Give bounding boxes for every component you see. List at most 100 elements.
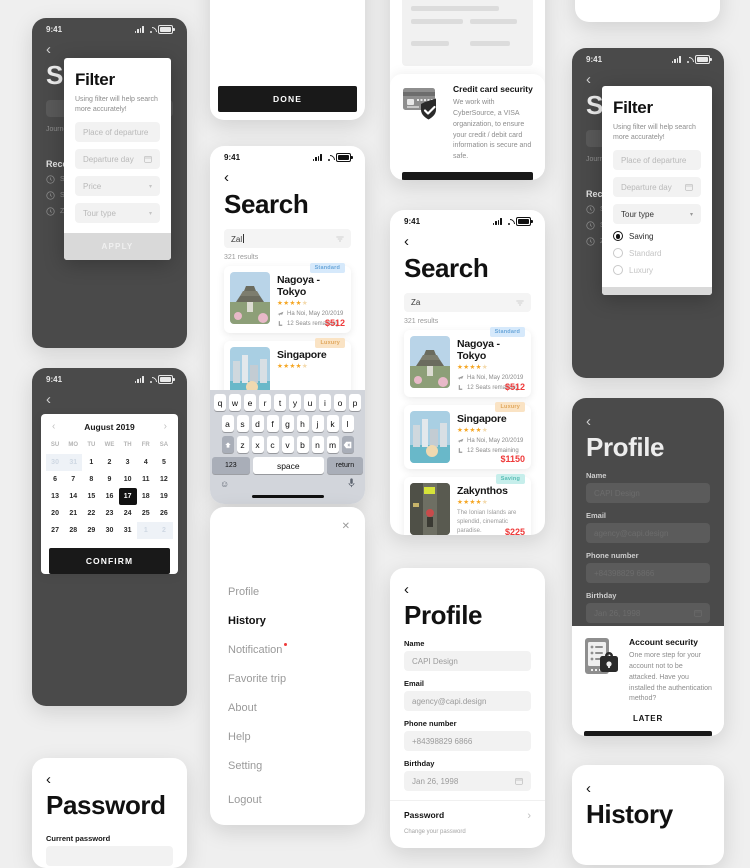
back-button[interactable]: ‹ [390, 568, 545, 597]
back-button[interactable]: ‹ [572, 765, 724, 796]
calendar-day[interactable]: 3 [119, 454, 137, 471]
close-icon[interactable]: ✕ [210, 507, 365, 532]
place-of-departure-input[interactable]: Place of departure [75, 122, 160, 143]
option-saving[interactable]: Saving [613, 231, 701, 242]
calendar-day[interactable]: 7 [64, 471, 82, 488]
calendar-day[interactable]: 30 [100, 522, 118, 539]
menu-item-favorite-trip[interactable]: Favorite trip [228, 673, 286, 685]
key-d[interactable]: d [251, 415, 264, 433]
date-picker[interactable]: ‹ August 2019 › SU MO TU WE TH FR SA 30 … [41, 414, 178, 574]
virtual-keyboard[interactable]: q w e r t y u i o p a s d f g h j k l z … [210, 390, 365, 504]
next-month-button[interactable]: › [164, 421, 167, 432]
calendar-grid[interactable]: SU MO TU WE TH FR SA 30 31 1 2 3 4 5 6 7… [46, 439, 173, 539]
confirm-button[interactable]: CONFIRM [402, 172, 533, 180]
backspace-icon[interactable] [341, 436, 354, 454]
calendar-day[interactable]: 29 [82, 522, 100, 539]
tour-type-select-open[interactable]: Tour type ▾ [613, 204, 701, 225]
apply-button-partial[interactable] [602, 287, 712, 296]
key-a[interactable]: a [221, 415, 234, 433]
key-r[interactable]: r [259, 394, 271, 412]
key-q[interactable]: q [214, 394, 226, 412]
calendar-day[interactable]: 12 [155, 471, 173, 488]
key-w[interactable]: w [229, 394, 241, 412]
key-h[interactable]: h [296, 415, 309, 433]
name-field[interactable]: CAPI Design [586, 483, 710, 503]
security-setting-button[interactable]: SECURITY SETTING [584, 731, 712, 736]
place-of-departure-input[interactable]: Place of departure [613, 150, 701, 171]
menu-item-help[interactable]: Help [228, 731, 251, 743]
calendar-day-selected[interactable]: 17 [118, 488, 137, 505]
shift-icon[interactable] [221, 436, 234, 454]
calendar-day[interactable]: 13 [46, 488, 64, 505]
key-j[interactable]: j [311, 415, 324, 433]
calendar-day[interactable]: 11 [137, 471, 155, 488]
key-o[interactable]: o [334, 394, 346, 412]
birthday-field[interactable]: Jan 26, 1998 [404, 771, 531, 791]
birthday-field[interactable]: Jan 26, 1998 [586, 603, 710, 623]
key-u[interactable]: u [304, 394, 316, 412]
trip-card[interactable]: Standard Nagoya - Tokyo ★★★★★ Ha Noi, Ma… [224, 263, 351, 333]
tour-type-select[interactable]: Tour type ▾ [75, 203, 160, 224]
menu-item-notification[interactable]: Notification [228, 643, 288, 656]
key-m[interactable]: m [326, 436, 339, 454]
back-button[interactable]: ‹ [32, 36, 187, 57]
key-b[interactable]: b [296, 436, 309, 454]
apply-button[interactable]: APPLY [64, 233, 171, 261]
calendar-day[interactable]: 26 [155, 505, 173, 522]
key-k[interactable]: k [326, 415, 339, 433]
key-v[interactable]: v [281, 436, 294, 454]
key-s[interactable]: s [236, 415, 249, 433]
calendar-day[interactable]: 28 [64, 522, 82, 539]
search-input[interactable]: Za [404, 293, 531, 312]
calendar-day[interactable]: 1 [136, 522, 155, 539]
confirm-button[interactable]: CONFIRM [49, 548, 170, 574]
key-t[interactable]: t [274, 394, 286, 412]
trip-card[interactable]: Saving Zakynthos ★★★★★ The Ionian Island… [404, 474, 531, 535]
later-button[interactable]: LATER [584, 705, 712, 731]
key-p[interactable]: p [349, 394, 361, 412]
calendar-day[interactable]: 18 [137, 488, 155, 505]
done-button[interactable]: DONE [218, 86, 357, 112]
key-y[interactable]: y [289, 394, 301, 412]
calendar-day[interactable]: 2 [154, 522, 173, 539]
calendar-day[interactable]: 8 [82, 471, 100, 488]
key-e[interactable]: e [244, 394, 256, 412]
key-x[interactable]: x [251, 436, 264, 454]
calendar-day[interactable]: 10 [119, 471, 137, 488]
current-password-field[interactable] [46, 846, 173, 866]
calendar-day[interactable]: 16 [100, 488, 118, 505]
back-button[interactable]: ‹ [390, 228, 545, 249]
key-n[interactable]: n [311, 436, 324, 454]
calendar-day[interactable]: 24 [119, 505, 137, 522]
back-button[interactable]: ‹ [572, 66, 724, 87]
calendar-day[interactable]: 14 [64, 488, 82, 505]
emoji-icon[interactable]: ☺ [220, 479, 229, 489]
calendar-day[interactable]: 19 [155, 488, 173, 505]
space-key[interactable]: space [252, 457, 324, 475]
name-field[interactable]: CAPI Design [404, 651, 531, 671]
search-input[interactable]: Zal [224, 229, 351, 248]
calendar-day[interactable]: 6 [46, 471, 64, 488]
key-l[interactable]: l [341, 415, 354, 433]
numbers-key[interactable]: 123 [212, 457, 250, 475]
prev-month-button[interactable]: ‹ [52, 421, 55, 432]
microphone-icon[interactable] [348, 478, 355, 490]
option-standard[interactable]: Standard [613, 248, 701, 259]
calendar-day[interactable]: 21 [64, 505, 82, 522]
phone-field[interactable]: +84398829 6866 [404, 731, 531, 751]
email-field[interactable]: agency@capi.design [586, 523, 710, 543]
calendar-day[interactable]: 31 [64, 454, 83, 471]
calendar-day[interactable]: 1 [82, 454, 100, 471]
price-select[interactable]: Price ▾ [75, 176, 160, 197]
menu-item-logout[interactable]: Logout [228, 794, 262, 806]
calendar-day[interactable]: 30 [46, 454, 65, 471]
menu-item-setting[interactable]: Setting [228, 760, 262, 772]
key-i[interactable]: i [319, 394, 331, 412]
calendar-day[interactable]: 27 [46, 522, 64, 539]
return-key[interactable]: return [326, 457, 364, 475]
calendar-day[interactable]: 25 [137, 505, 155, 522]
key-z[interactable]: z [236, 436, 249, 454]
calendar-day[interactable]: 20 [46, 505, 64, 522]
calendar-day[interactable]: 2 [100, 454, 118, 471]
filter-icon[interactable] [336, 235, 344, 243]
